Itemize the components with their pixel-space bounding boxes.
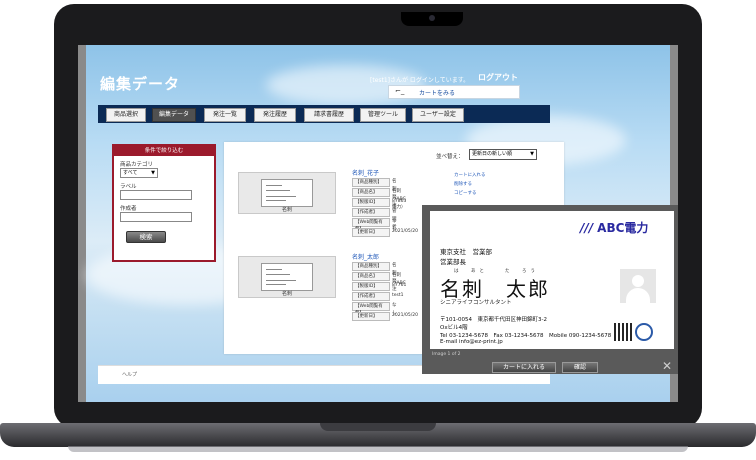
sort-label: 並べ替え： — [436, 154, 464, 160]
card-preview — [261, 179, 313, 207]
card-job-title: シニアライフコンサルタント — [440, 300, 512, 306]
modal-add-to-cart-button[interactable]: カートに入れる — [492, 362, 556, 373]
login-status: [test1]さんが ログインしています。 — [370, 77, 470, 84]
nav-item-order-history[interactable]: 発注履歴 — [254, 108, 296, 122]
screen-gutter-left — [78, 45, 86, 402]
camera-notch — [401, 12, 463, 26]
label-input[interactable] — [120, 190, 192, 200]
modal-confirm-button[interactable]: 確認 — [562, 362, 598, 373]
nav-item-order-list[interactable]: 発注一覧 — [204, 108, 246, 122]
sort-select[interactable]: 更新日の新しい順 ▼ — [469, 149, 537, 160]
label-field-label: ラベル — [120, 184, 137, 190]
category-select[interactable]: すべて ▼ — [120, 168, 158, 178]
camera-icon — [429, 15, 435, 21]
card-title: 営業部長 — [440, 258, 466, 266]
web-app: 編集データ [test1]さんが ログインしています。 ログアウト ⌐_ カート… — [86, 45, 678, 402]
copy-link[interactable]: コピーする — [454, 190, 477, 196]
company-mark-icon: /// — [580, 221, 594, 235]
nav-item-edit-data[interactable]: 編集データ — [152, 108, 196, 122]
close-icon[interactable]: ✕ — [662, 359, 672, 373]
card-address: 〒101-0054 東京都千代田区神田錦町3-2 — [440, 317, 547, 323]
nav-item-admin-tools[interactable]: 管理ツール — [360, 108, 406, 122]
delete-link[interactable]: 削除する — [454, 181, 472, 187]
creator-input[interactable] — [120, 212, 192, 222]
page-title: 編集データ — [100, 75, 181, 93]
certification-badge-icon — [635, 323, 653, 341]
view-cart-link[interactable]: ⌐_ カートをみる — [388, 85, 520, 99]
laptop-foot — [68, 446, 688, 452]
card-preview — [261, 263, 313, 291]
chevron-down-icon: ▼ — [151, 170, 155, 176]
logout-link[interactable]: ログアウト — [478, 72, 518, 83]
filter-panel: 条件で絞り込む 商品カテゴリ すべて ▼ ラベル 作成者 検索 — [112, 144, 216, 262]
card-thumbnail[interactable]: 名刺 — [238, 256, 336, 298]
nav-item-product-select[interactable]: 商品選択 — [106, 108, 146, 122]
sort-select-value: 更新日の新しい順 — [472, 151, 513, 157]
category-select-value: すべて — [123, 170, 138, 176]
preview-modal: ///ABC電力 東京支社 営業部 営業部長 は あと た ろう 名刺 太郎 シ… — [422, 205, 678, 374]
business-card-preview: ///ABC電力 東京支社 営業部 営業部長 は あと た ろう 名刺 太郎 シ… — [430, 211, 674, 349]
item-name-link[interactable]: 名刺_太郎 — [352, 252, 379, 261]
image-counter: Image 1 of 2 — [432, 352, 461, 357]
qr-code-icon — [614, 323, 632, 341]
category-label: 商品カテゴリ — [120, 162, 154, 168]
thumbnail-caption: 名刺 — [281, 291, 292, 297]
card-department: 東京支社 営業部 — [440, 248, 492, 256]
screen: 編集データ [test1]さんが ログインしています。 ログアウト ⌐_ カート… — [78, 45, 678, 402]
chevron-down-icon: ▼ — [530, 151, 534, 157]
company-logo: ///ABC電力 — [580, 219, 648, 236]
help-link[interactable]: ヘルプ — [122, 371, 137, 378]
cart-icon: ⌐_ — [395, 87, 405, 95]
card-building: Oxビル4階 — [440, 325, 468, 331]
company-name: ABC電力 — [597, 221, 649, 235]
view-cart-label: カートをみる — [419, 90, 456, 97]
portrait-placeholder-icon — [620, 269, 656, 304]
creator-label: 作成者 — [120, 206, 137, 212]
card-thumbnail[interactable]: 名刺 — [238, 172, 336, 214]
nav-item-user-settings[interactable]: ユーザー設定 — [412, 108, 464, 122]
search-button[interactable]: 検索 — [126, 231, 166, 243]
add-to-cart-link[interactable]: カートに入れる — [454, 172, 486, 178]
item-name-link[interactable]: 名刺_花子 — [352, 168, 379, 177]
card-email: E-mail info@ez-print.jp — [440, 339, 503, 345]
laptop-hinge — [320, 423, 436, 431]
main-nav: 商品選択 編集データ 発注一覧 発注履歴 請求書履歴 管理ツール ユーザー設定 — [98, 105, 550, 123]
card-phone: Tel 03-1234-5678 Fax 03-1234-5678 Mobile… — [440, 333, 612, 339]
filter-heading: 条件で絞り込む — [114, 146, 214, 156]
nav-item-invoice-history[interactable]: 請求書履歴 — [304, 108, 354, 122]
thumbnail-caption: 名刺 — [281, 207, 292, 213]
